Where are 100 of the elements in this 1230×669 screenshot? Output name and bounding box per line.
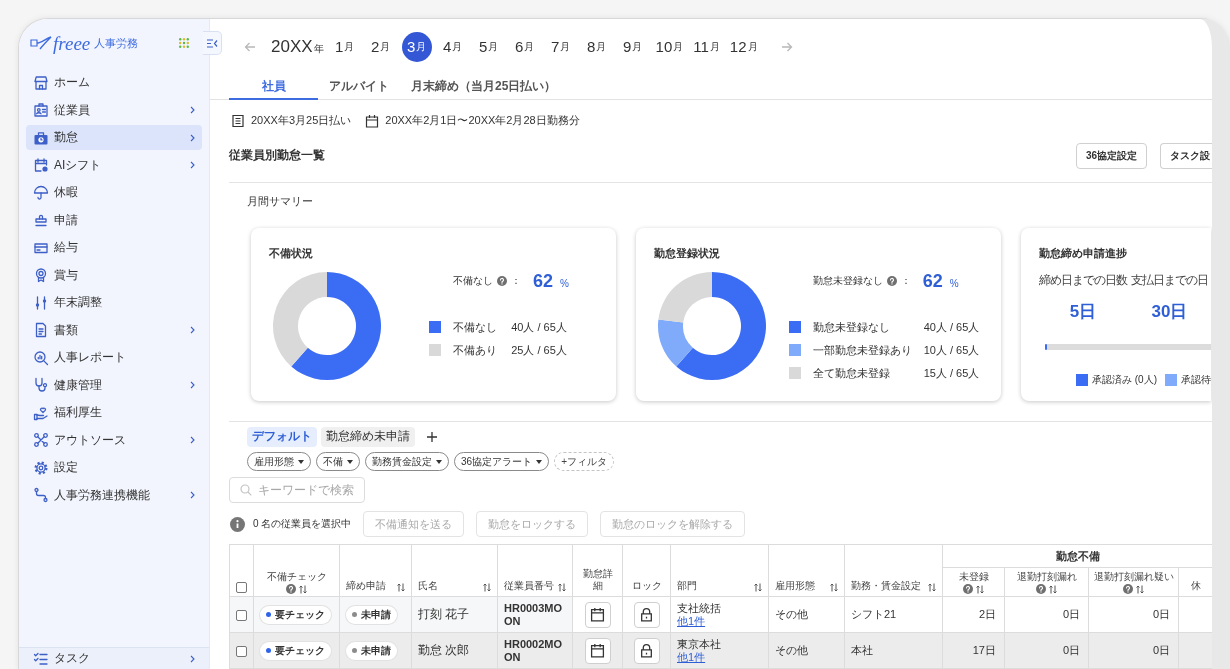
column-header[interactable]: 退勤打刻漏れ疑い [1088, 567, 1179, 597]
table-row[interactable]: 要チェック 未申請 勤怠 次郎 HR0002MOON 東京本社 他1件 その他 本社 17日 0日 0日 [229, 632, 1212, 669]
column-header[interactable]: 雇用形態 [768, 544, 845, 597]
legend-label: 全て勤怠未登録 [812, 366, 891, 380]
tab[interactable]: アルバイト [318, 75, 400, 101]
sort-icon[interactable] [558, 583, 566, 592]
checkbox[interactable] [236, 609, 247, 621]
logo-wordmark: freee [53, 33, 91, 53]
umbrella-icon [33, 184, 49, 201]
calendar-icon [590, 643, 605, 658]
search-icon [240, 484, 252, 496]
sidebar-item[interactable]: アウトソース [26, 427, 202, 453]
collapse-icon [206, 38, 218, 48]
home-icon [33, 74, 49, 91]
attendance-detail-button[interactable] [584, 601, 611, 628]
sidebar-item[interactable]: AIシフト [26, 152, 202, 178]
help-icon[interactable] [886, 276, 897, 286]
checkbox[interactable] [236, 645, 247, 657]
filter-chip[interactable]: 雇用形態 [247, 452, 311, 471]
view-tab[interactable]: 勤怠締め未申請 [321, 426, 415, 447]
briefcase-clock-icon [33, 129, 49, 146]
percent-value: 62 % [533, 270, 569, 292]
legend-label: 不備あり [453, 343, 499, 357]
sidebar-item[interactable]: 人事労務連携機能 [26, 482, 202, 508]
sidebar-item[interactable]: 健康管理 [26, 372, 202, 398]
document-icon [231, 113, 245, 128]
sort-icon[interactable] [483, 583, 491, 592]
lock-button[interactable] [633, 637, 660, 664]
sidebar-item[interactable]: 書類 [26, 317, 202, 343]
sort-icon[interactable] [299, 584, 307, 594]
sidebar-item[interactable]: 福利厚生 [26, 400, 202, 425]
caret-down-icon [347, 459, 353, 464]
sort-icon[interactable] [928, 583, 936, 592]
sidebar-item[interactable]: タスク [26, 648, 202, 669]
attendance-detail-button[interactable] [584, 637, 611, 664]
sort-icon[interactable] [830, 583, 838, 592]
sidebar-item[interactable]: 賞与 [26, 262, 202, 288]
headline-label: 勤怠未登録なし [812, 274, 883, 288]
search-field[interactable]: キーワードで検索 [229, 477, 365, 503]
lock-button[interactable] [633, 601, 660, 628]
sort-icon[interactable] [754, 583, 762, 592]
nodes-icon [33, 432, 49, 448]
help-icon[interactable] [286, 584, 296, 594]
help-icon[interactable] [1123, 584, 1133, 594]
column-label: 不備チェック [266, 571, 327, 583]
filter-chip[interactable]: 36協定アラート [454, 452, 550, 471]
filter-chip[interactable]: 勤務賃金設定 [365, 452, 449, 471]
add-filter-button[interactable]: +フィルタ [554, 452, 614, 471]
help-icon[interactable] [963, 584, 973, 594]
help-icon[interactable] [497, 276, 508, 286]
sort-icon[interactable] [976, 584, 984, 594]
table-cell: HR0003MOON [497, 596, 573, 633]
column-header[interactable]: 勤務・賃金設定 [844, 544, 943, 597]
sidebar-item[interactable]: 休暇 [26, 180, 202, 205]
column-header[interactable]: 部門 [670, 544, 769, 597]
column-header[interactable]: 退勤打刻漏れ [1004, 567, 1089, 597]
sort-icon[interactable] [397, 583, 405, 592]
column-header[interactable]: 氏名 [411, 544, 498, 597]
sort-icon[interactable] [1136, 584, 1144, 594]
checkbox[interactable] [236, 581, 247, 593]
help-icon[interactable] [1036, 584, 1046, 594]
more-link[interactable]: 他1件 [677, 650, 706, 664]
sidebar-item[interactable]: ホーム [26, 70, 202, 95]
plus-icon[interactable] [427, 431, 437, 442]
sidebar-item[interactable]: 勤怠 [26, 125, 202, 150]
column-header[interactable]: 締め申請 [339, 544, 412, 597]
card-title: 不備状況 [269, 246, 314, 260]
table-cell: HR0002MOON [497, 632, 573, 669]
card-title: 勤怠登録状況 [654, 246, 721, 260]
stamp-icon [33, 212, 49, 228]
sidebar-item[interactable]: 年末調整 [26, 290, 202, 315]
sidebar-item[interactable]: 申請 [26, 207, 202, 233]
column-label: 勤怠詳細 [582, 568, 613, 591]
tab[interactable]: 月末締め（当月25日払い） [400, 75, 568, 101]
column-header[interactable]: 不備チェック [253, 544, 340, 597]
chevron-right-icon [190, 161, 195, 169]
checklist-icon [33, 650, 49, 667]
view-tab[interactable]: デフォルト [247, 426, 317, 447]
header-button[interactable]: タスク設 [1160, 143, 1212, 169]
collapse-sidebar-button[interactable] [203, 31, 222, 55]
document-icon [33, 322, 49, 338]
more-link[interactable]: 他1件 [677, 614, 706, 628]
sort-icon[interactable] [1049, 584, 1057, 594]
chevron-right-icon [190, 106, 195, 114]
table-cell: 打刻 花子 [411, 596, 498, 633]
column-header[interactable]: 従業員番号 [497, 544, 573, 597]
sidebar-item[interactable]: 人事レポート [26, 345, 202, 370]
table-cell: その他 [768, 596, 845, 633]
sidebar-item[interactable]: 給与 [26, 235, 202, 260]
filter-chip[interactable]: 不備 [316, 452, 360, 471]
department-name: 東京本社 [677, 637, 722, 651]
table-cell: 17日 [942, 632, 1005, 669]
sidebar-item[interactable]: 従業員 [26, 97, 202, 123]
info-icon [230, 516, 245, 532]
chevron-right-icon [190, 381, 195, 389]
sidebar-item[interactable]: 設定 [26, 455, 202, 480]
table-row[interactable]: 要チェック 未申請 打刻 花子 HR0003MOON 支社統括 他1件 その他 シフト21 2日 0日 0日 [229, 596, 1212, 633]
column-header[interactable]: 未登録 [942, 567, 1005, 597]
tab[interactable]: 社員 [229, 75, 318, 101]
header-button[interactable]: 36協定設定 [1075, 143, 1147, 169]
